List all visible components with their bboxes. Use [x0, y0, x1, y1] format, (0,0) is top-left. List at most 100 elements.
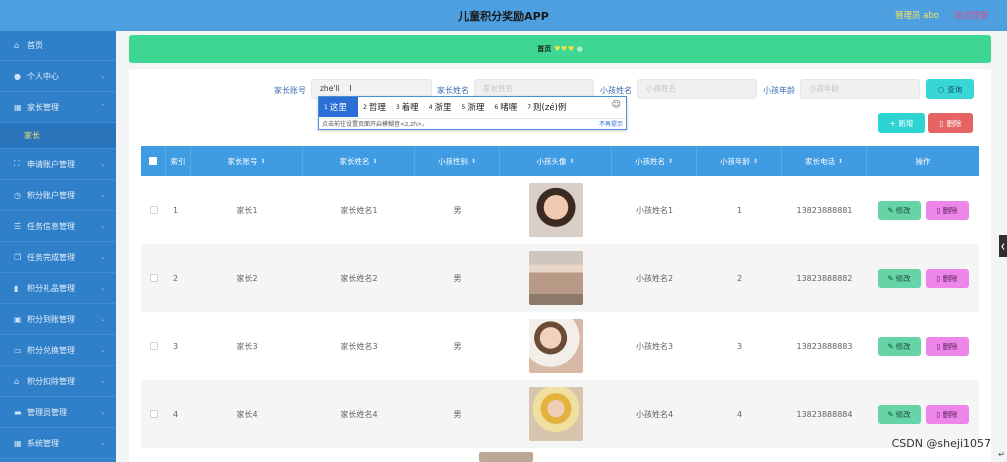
sidebar-item-task-completion[interactable]: ❐ 任务完成管理 ⌄	[0, 242, 116, 273]
cell-parent-account: 家长4	[236, 409, 258, 419]
cell-child-avatar	[500, 312, 612, 380]
ime-candidate[interactable]: 1 这里	[319, 97, 358, 117]
table-row: 2 家长2 家长姓名2 男 小孩姓名2 2 13823888882 ✎ 修改 ▯ 删…	[141, 244, 979, 312]
col-child-gender[interactable]: 小孩性别 ⬍	[415, 146, 500, 176]
sidebar-item-deduction[interactable]: ⌂ 积分扣除管理 ⌄	[0, 366, 116, 397]
ime-candidate-text: 哲理	[368, 103, 386, 113]
trash-icon: ▯	[936, 273, 941, 283]
cell-actions: ✎ 修改 ▯ 删除	[867, 312, 979, 380]
chevron-down-icon: ⌄	[100, 191, 106, 199]
sidebar-item-home[interactable]: ⌂ 首页	[0, 31, 116, 61]
delete-label: 删除	[942, 341, 958, 351]
cell-child-gender: 男	[453, 273, 462, 283]
child-avatar-image[interactable]	[529, 319, 583, 373]
col-child-avatar-label: 小孩头像	[536, 156, 567, 166]
cell-child-gender: 男	[453, 409, 462, 419]
col-index-label: 索引	[170, 156, 186, 166]
ime-candidate[interactable]: 2 哲理	[358, 97, 391, 117]
child-avatar-image[interactable]	[529, 183, 583, 237]
col-child-avatar[interactable]: 小孩头像 ⬍	[500, 146, 612, 176]
cell-child-gender: 男	[453, 205, 462, 215]
cell-child-age: 1	[736, 205, 743, 215]
row-checkbox[interactable]	[149, 410, 158, 418]
edit-button[interactable]: ✎ 修改	[877, 268, 921, 288]
col-parent-name[interactable]: 家长姓名 ⬍	[303, 146, 415, 176]
ime-candidate[interactable]: 3 着哩	[391, 97, 424, 117]
ime-candidate[interactable]: 6 啫喱	[489, 97, 522, 117]
child-avatar-image[interactable]	[529, 387, 583, 441]
ime-candidate[interactable]: 5 浙理	[457, 97, 490, 117]
sidebar-item-label: 家长	[24, 131, 40, 140]
child-avatar-image[interactable]	[479, 452, 533, 462]
logout-link[interactable]: 退出登录	[954, 9, 988, 21]
card-icon: ▬	[14, 407, 22, 417]
edit-button[interactable]: ✎ 修改	[877, 336, 921, 356]
child-age-label: 小孩年龄	[763, 86, 795, 95]
add-button[interactable]: + 新增	[878, 113, 925, 133]
row-checkbox[interactable]	[149, 206, 158, 214]
col-child-gender-label: 小孩性别	[437, 156, 468, 166]
col-child-name[interactable]: 小孩姓名 ⬍	[612, 146, 697, 176]
sidebar-item-parents[interactable]: ▦ 家长管理 ⌃	[0, 92, 116, 123]
edit-icon: ✎	[887, 409, 894, 419]
sidebar-item-points-accounts[interactable]: ◷ 积分账户管理 ⌄	[0, 180, 116, 211]
sidebar-item-label: 管理员管理	[27, 407, 67, 417]
delete-button[interactable]: ▯ 删除	[925, 268, 969, 288]
ime-hint-text[interactable]: 点击前往设置页面开启模糊音<z,zh>。	[322, 121, 428, 128]
col-child-age[interactable]: 小孩年龄 ⬍	[697, 146, 782, 176]
home-icon: ⌂	[14, 41, 20, 50]
sidebar-item-points-arrival[interactable]: ▣ 积分到账管理 ⌄	[0, 304, 116, 335]
edit-button[interactable]: ✎ 修改	[877, 404, 921, 424]
col-parent-phone[interactable]: 家长电话 ⬍	[782, 146, 867, 176]
sort-icon: ⬍	[569, 157, 575, 165]
sidebar-subitem-parent[interactable]: 家长	[0, 123, 116, 149]
col-index: 索引	[166, 146, 191, 176]
ime-dismiss-link[interactable]: 不再提示	[599, 119, 623, 131]
ime-candidate[interactable]: 7 则(zé)例	[522, 97, 571, 117]
parent-name-label: 家长姓名	[437, 86, 469, 95]
cell-child-name: 小孩姓名2	[635, 273, 674, 283]
child-name-input[interactable]: 小孩姓名	[637, 79, 757, 99]
emoji-icon[interactable]: ☺	[612, 100, 621, 110]
sort-icon: ⬍	[837, 157, 844, 165]
row-checkbox[interactable]	[149, 274, 158, 282]
col-child-age-label: 小孩年龄	[719, 156, 750, 166]
sort-icon: ⬍	[372, 157, 378, 165]
cell-parent-phone: 13823888882	[796, 273, 853, 283]
col-parent-account[interactable]: 家长账号 ⬍	[191, 146, 303, 176]
child-age-input[interactable]: 小孩年龄	[800, 79, 920, 99]
side-panel-toggle[interactable]: ❮	[999, 235, 1007, 257]
cell-child-name: 小孩姓名1	[635, 205, 674, 215]
sidebar-item-tasks[interactable]: ☰ 任务信息管理 ⌄	[0, 211, 116, 242]
sidebar-item-label: 任务完成管理	[27, 252, 75, 262]
child-name-label: 小孩姓名	[600, 86, 632, 95]
cell-child-name: 小孩姓名3	[635, 341, 674, 351]
chevron-up-icon: ⌃	[100, 103, 106, 111]
bulk-delete-button[interactable]: ▯ 删除	[928, 113, 973, 133]
chevron-down-icon: ⌄	[100, 253, 106, 261]
ime-candidate[interactable]: 4 浙里	[424, 97, 457, 117]
sidebar-item-system[interactable]: ▦ 系统管理 ⌄	[0, 428, 116, 459]
trash-icon: ▯	[936, 341, 941, 351]
delete-button[interactable]: ▯ 删除	[925, 336, 969, 356]
row-checkbox[interactable]	[149, 342, 158, 350]
cell-child-avatar	[500, 176, 612, 244]
clock-icon: ◷	[14, 190, 21, 200]
sort-icon: ⬍	[752, 157, 759, 165]
sidebar-item-profile[interactable]: ● 个人中心 ⌄	[0, 61, 116, 92]
sidebar-item-apply-accounts[interactable]: ⛶ 申请账户管理 ⌄	[0, 149, 116, 180]
ime-candidate-text: 着哩	[401, 103, 419, 113]
hearts-decoration: ♥♥♥	[554, 45, 575, 53]
sidebar-item-admins[interactable]: ▬ 管理员管理 ⌄	[0, 397, 116, 428]
child-avatar-image[interactable]	[529, 251, 583, 305]
cell-parent-name: 家长姓名4	[340, 409, 378, 419]
delete-button[interactable]: ▯ 删除	[925, 404, 969, 424]
breadcrumb-home[interactable]: 首页	[537, 44, 551, 54]
delete-button[interactable]: ▯ 删除	[925, 200, 969, 220]
sidebar-item-exchange[interactable]: ▭ 积分兑换管理 ⌄	[0, 335, 116, 366]
edit-label: 修改	[895, 341, 911, 351]
search-button[interactable]: ○ 查询	[926, 79, 974, 99]
select-all-checkbox[interactable]	[149, 157, 157, 165]
edit-button[interactable]: ✎ 修改	[877, 200, 921, 220]
sidebar-item-gifts[interactable]: ▮ 积分礼品管理 ⌄	[0, 273, 116, 304]
